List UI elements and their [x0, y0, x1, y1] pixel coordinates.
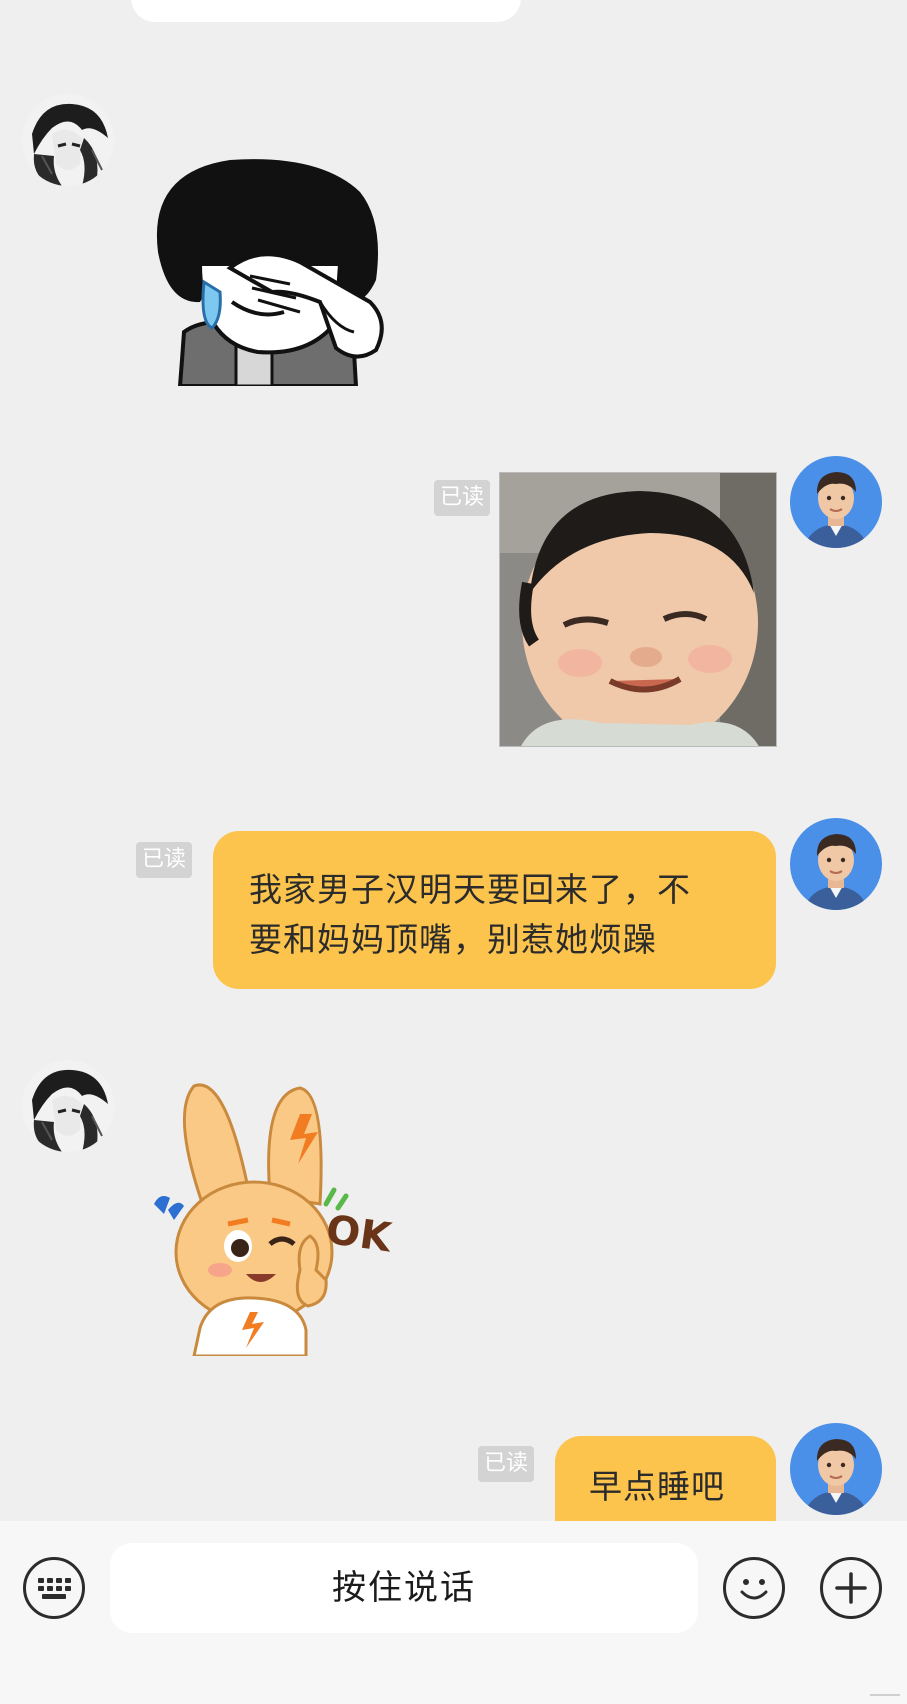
- read-status-badge: 已读: [434, 480, 491, 516]
- home-indicator: [870, 1694, 900, 1696]
- sticker-ok-text: OK: [323, 1207, 396, 1262]
- bunny-ok-sticker[interactable]: OK: [150, 1074, 410, 1358]
- smirking-baby-photo[interactable]: [499, 472, 777, 747]
- keyboard-icon[interactable]: [23, 1557, 85, 1619]
- plus-icon[interactable]: [820, 1557, 882, 1619]
- my-avatar[interactable]: [790, 818, 882, 910]
- my-avatar[interactable]: [790, 1423, 882, 1515]
- message-text-line: 我家男子汉明天要回来了，不: [249, 870, 691, 909]
- message-text-line: 要和妈妈顶嘴，别惹她烦躁: [249, 920, 657, 959]
- hold-to-talk-button[interactable]: 按住说话: [110, 1543, 698, 1633]
- covering-eyes-crying-sticker[interactable]: [140, 152, 400, 388]
- emoji-icon[interactable]: [723, 1557, 785, 1619]
- read-status-badge: 已读: [478, 1446, 535, 1482]
- message-bubble[interactable]: 我家男子汉明天要回来了，不 要和妈妈顶嘴，别惹她烦躁: [213, 831, 776, 989]
- my-avatar[interactable]: [790, 456, 882, 548]
- contact-avatar[interactable]: [22, 1060, 114, 1152]
- message-text: 早点睡吧: [589, 1467, 725, 1506]
- contact-avatar[interactable]: [22, 94, 114, 186]
- partial-message-bubble[interactable]: [131, 0, 521, 22]
- read-status-badge: 已读: [136, 842, 193, 878]
